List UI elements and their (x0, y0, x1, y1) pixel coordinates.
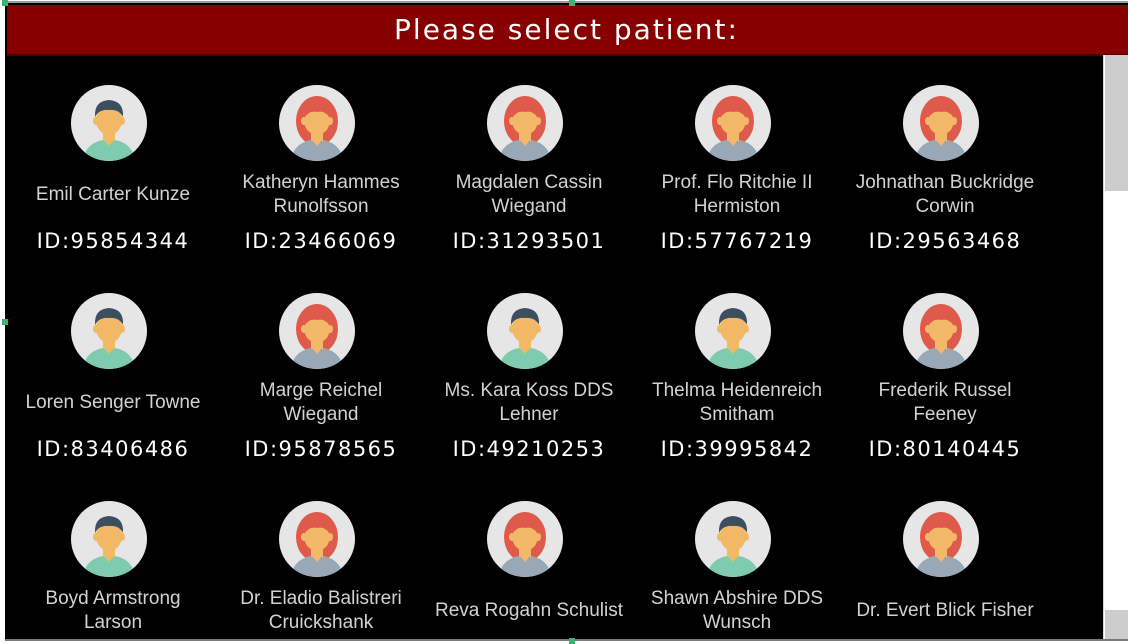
patient-name: Frederik Russel Feeney (878, 380, 1012, 425)
patient-name-box: Shawn Abshire DDS Wunsch (633, 579, 841, 640)
patient-name: Magdalen Cassin Wiegand (455, 172, 603, 217)
patient-name-box: Loren Senger Towne (9, 371, 217, 435)
patient-name-box: Emil Carter Kunze (9, 163, 217, 227)
patient-name: Dr. Eladio Balistreri Cruickshank (240, 588, 402, 633)
patient-name-box: Frederik Russel Feeney (841, 371, 1049, 435)
patient-id: ID:95878565 (244, 437, 398, 461)
patient-id: ID:23466069 (244, 229, 398, 253)
patient-name-box: Magdalen Cassin Wiegand (425, 163, 633, 227)
header-bar: Please select patient: (7, 5, 1128, 56)
female-avatar-icon (695, 85, 771, 161)
patient-name-box: Boyd Armstrong Larson (9, 579, 217, 640)
patient-card[interactable]: Loren Senger Towne ID:83406486 (9, 263, 209, 463)
patient-name-box: Dr. Eladio Balistreri Cruickshank (217, 579, 425, 640)
patient-name-box: Johnathan Buckridge Corwin (841, 163, 1049, 227)
male-avatar-icon (695, 501, 771, 577)
patient-card[interactable]: Dr. Eladio Balistreri Cruickshank (217, 471, 417, 640)
resize-handle[interactable] (569, 638, 575, 644)
female-avatar-icon (903, 85, 979, 161)
patient-id: ID:57767219 (660, 229, 814, 253)
patient-name-box: Reva Rogahn Schulist (425, 579, 633, 640)
patient-name: Katheryn Hammes Runolfsson (242, 172, 400, 217)
male-avatar-icon (71, 501, 147, 577)
patient-name: Johnathan Buckridge Corwin (855, 172, 1035, 217)
patient-name-box: Katheryn Hammes Runolfsson (217, 163, 425, 227)
scrollbar-down-area[interactable] (1105, 610, 1128, 640)
patient-name: Ms. Kara Koss DDS Lehner (444, 380, 614, 425)
female-avatar-icon (903, 501, 979, 577)
patient-card[interactable]: Magdalen Cassin Wiegand ID:31293501 (425, 55, 625, 255)
male-avatar-icon (71, 85, 147, 161)
patient-name: Boyd Armstrong Larson (45, 588, 181, 633)
patient-name-box: Ms. Kara Koss DDS Lehner (425, 371, 633, 435)
patient-name: Thelma Heidenreich Smitham (651, 380, 823, 425)
patient-list: Emil Carter Kunze ID:95854344 Katheryn Ham… (5, 55, 1103, 640)
female-avatar-icon (279, 501, 355, 577)
patient-name: Loren Senger Towne (25, 392, 201, 413)
patient-card[interactable]: Prof. Flo Ritchie II Hermiston ID:5776721… (633, 55, 833, 255)
patient-id: ID:29563468 (868, 229, 1022, 253)
patient-card[interactable]: Marge Reichel Wiegand ID:95878565 (217, 263, 417, 463)
patient-card[interactable]: Boyd Armstrong Larson (9, 471, 209, 640)
patient-name: Marge Reichel Wiegand (259, 380, 383, 425)
female-avatar-icon (487, 501, 563, 577)
patient-id: ID:39995842 (660, 437, 814, 461)
patient-id: ID:49210253 (452, 437, 606, 461)
male-avatar-icon (71, 293, 147, 369)
female-avatar-icon (903, 293, 979, 369)
patient-card[interactable]: Shawn Abshire DDS Wunsch (633, 471, 833, 640)
patient-card[interactable]: Reva Rogahn Schulist (425, 471, 625, 640)
patient-select-window: Please select patient: Emil Carter Kunze… (5, 3, 1128, 640)
window-frame-bottom (5, 639, 1128, 641)
patient-card[interactable]: Emil Carter Kunze ID:95854344 (9, 55, 209, 255)
patient-name: Prof. Flo Ritchie II Hermiston (661, 172, 813, 217)
female-avatar-icon (279, 85, 355, 161)
female-avatar-icon (487, 85, 563, 161)
patient-name: Emil Carter Kunze (35, 184, 191, 205)
patient-card[interactable]: Johnathan Buckridge Corwin ID:29563468 (841, 55, 1041, 255)
patient-name-box: Prof. Flo Ritchie II Hermiston (633, 163, 841, 227)
resize-handle[interactable] (569, 0, 575, 6)
female-avatar-icon (279, 293, 355, 369)
patient-id: ID:95854344 (36, 229, 190, 253)
male-avatar-icon (487, 293, 563, 369)
patient-name-box: Marge Reichel Wiegand (217, 371, 425, 435)
patient-name-box: Thelma Heidenreich Smitham (633, 371, 841, 435)
patient-name: Shawn Abshire DDS Wunsch (650, 588, 824, 633)
page-title: Please select patient: (394, 13, 739, 46)
resize-handle[interactable] (2, 319, 8, 325)
male-avatar-icon (695, 293, 771, 369)
patient-name: Reva Rogahn Schulist (435, 600, 623, 621)
patient-id: ID:80140445 (868, 437, 1022, 461)
patient-card[interactable]: Katheryn Hammes Runolfsson ID:23466069 (217, 55, 417, 255)
patient-card[interactable]: Thelma Heidenreich Smitham ID:39995842 (633, 263, 833, 463)
patient-name: Dr. Evert Blick Fisher (856, 600, 1034, 621)
patient-card[interactable]: Ms. Kara Koss DDS Lehner ID:49210253 (425, 263, 625, 463)
patient-card[interactable]: Frederik Russel Feeney ID:80140445 (841, 263, 1041, 463)
vertical-scrollbar[interactable] (1103, 55, 1128, 640)
scrollbar-thumb[interactable] (1105, 55, 1128, 191)
patient-card[interactable]: Dr. Evert Blick Fisher (841, 471, 1041, 640)
patient-id: ID:83406486 (36, 437, 190, 461)
resize-handle[interactable] (2, 0, 8, 6)
patient-name-box: Dr. Evert Blick Fisher (841, 579, 1049, 640)
patient-id: ID:31293501 (452, 229, 606, 253)
